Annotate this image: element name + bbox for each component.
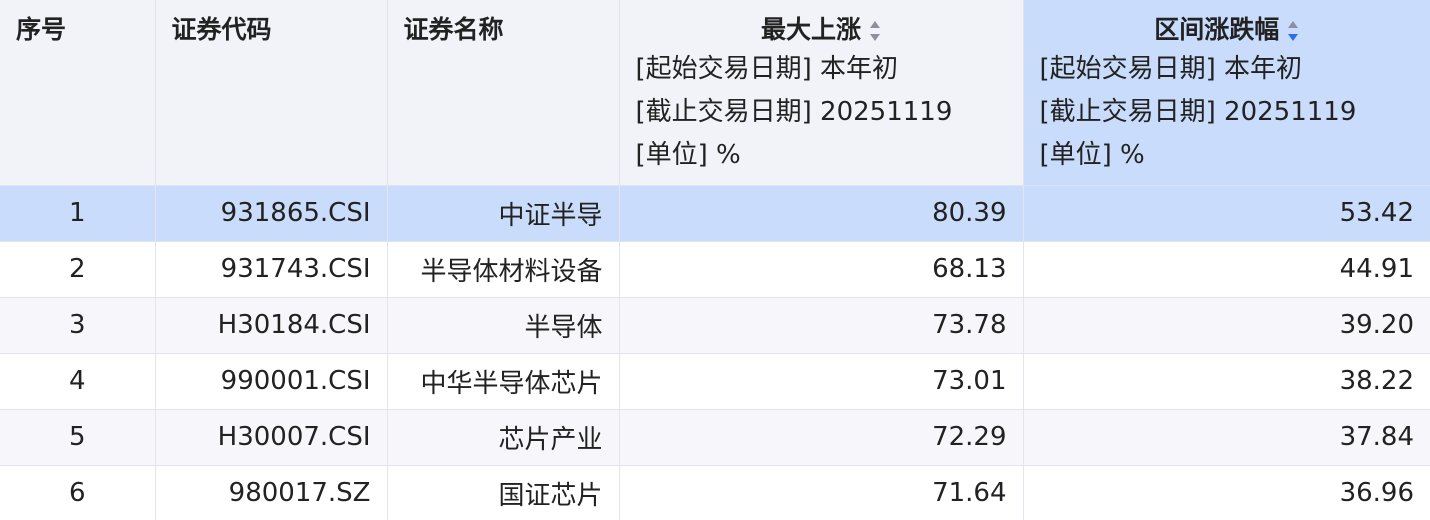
column-title: 证券代码 bbox=[171, 15, 272, 44]
table-row[interactable]: 6 980017.SZ 国证芯片 71.64 36.96 bbox=[0, 465, 1430, 520]
table-row[interactable]: 1 931865.CSI 中证半导 80.39 53.42 bbox=[0, 185, 1430, 242]
column-header-params: [起始交易日期] 本年初 [截止交易日期] 20251119 [单位] % bbox=[1040, 48, 1415, 177]
cell-code: 990001.CSI bbox=[155, 353, 388, 410]
column-title: 证券名称 bbox=[403, 15, 504, 44]
column-header-params: [起始交易日期] 本年初 [截止交易日期] 20251119 [单位] % bbox=[636, 48, 1007, 177]
sort-up-arrow bbox=[870, 21, 880, 28]
column-title: 区间涨跌幅 bbox=[1154, 15, 1280, 44]
cell-name: 中华半导体芯片 bbox=[387, 353, 620, 410]
column-title: 最大上涨 bbox=[760, 15, 861, 44]
cell-code: 931743.CSI bbox=[155, 241, 388, 298]
cell-max-rise: 73.78 bbox=[619, 297, 1024, 354]
cell-name: 芯片产业 bbox=[387, 409, 620, 466]
cell-range-change: 37.84 bbox=[1023, 409, 1430, 466]
cell-max-rise: 71.64 bbox=[619, 465, 1024, 520]
cell-index: 2 bbox=[0, 241, 156, 298]
cell-code: 931865.CSI bbox=[155, 185, 388, 242]
param-unit: [单位] % bbox=[635, 140, 741, 170]
table-row[interactable]: 5 H30007.CSI 芯片产业 72.29 37.84 bbox=[0, 409, 1430, 466]
param-end-date: [截止交易日期] 20251119 bbox=[1039, 97, 1357, 127]
sort-up-arrow bbox=[1288, 21, 1299, 28]
table-header: 序号 证券代码 证券名称 最大上涨 [起始交易日期] 本年初 [截止交易日期] … bbox=[0, 0, 1430, 186]
cell-code: 980017.SZ bbox=[155, 465, 388, 520]
sort-down-arrow bbox=[870, 34, 880, 41]
cell-max-rise: 80.39 bbox=[619, 185, 1024, 242]
cell-name: 中证半导 bbox=[387, 185, 620, 242]
cell-index: 5 bbox=[0, 409, 156, 466]
column-header-index[interactable]: 序号 bbox=[0, 0, 156, 186]
param-unit: [单位] % bbox=[1039, 140, 1145, 170]
param-end-date: [截止交易日期] 20251119 bbox=[635, 97, 953, 127]
cell-range-change: 38.22 bbox=[1023, 353, 1430, 410]
cell-max-rise: 72.29 bbox=[619, 409, 1024, 466]
cell-code: H30184.CSI bbox=[155, 297, 388, 354]
cell-max-rise: 73.01 bbox=[619, 353, 1024, 410]
param-start-date: [起始交易日期] 本年初 bbox=[635, 54, 899, 84]
cell-index: 4 bbox=[0, 353, 156, 410]
cell-range-change: 53.42 bbox=[1023, 185, 1430, 242]
cell-range-change: 36.96 bbox=[1023, 465, 1430, 520]
header-row: 序号 证券代码 证券名称 最大上涨 [起始交易日期] 本年初 [截止交易日期] … bbox=[0, 0, 1430, 186]
cell-range-change: 39.20 bbox=[1023, 297, 1430, 354]
cell-name: 国证芯片 bbox=[387, 465, 620, 520]
column-header-code[interactable]: 证券代码 bbox=[155, 0, 388, 186]
table-row[interactable]: 4 990001.CSI 中华半导体芯片 73.01 38.22 bbox=[0, 353, 1430, 410]
table-row[interactable]: 3 H30184.CSI 半导体 73.78 39.20 bbox=[0, 297, 1430, 354]
column-header-name[interactable]: 证券名称 bbox=[387, 0, 620, 186]
table-body: 1 931865.CSI 中证半导 80.39 53.42 2 931743.C… bbox=[0, 185, 1430, 520]
sort-icon[interactable] bbox=[869, 20, 881, 42]
cell-name: 半导体 bbox=[387, 297, 620, 354]
cell-name: 半导体材料设备 bbox=[387, 241, 620, 298]
cell-max-rise: 68.13 bbox=[619, 241, 1024, 298]
column-header-max-rise[interactable]: 最大上涨 [起始交易日期] 本年初 [截止交易日期] 20251119 [单位]… bbox=[619, 0, 1024, 186]
cell-index: 6 bbox=[0, 465, 156, 520]
table-row[interactable]: 2 931743.CSI 半导体材料设备 68.13 44.91 bbox=[0, 241, 1430, 298]
cell-code: H30007.CSI bbox=[155, 409, 388, 466]
column-title: 序号 bbox=[16, 15, 67, 44]
column-header-range-change[interactable]: 区间涨跌幅 [起始交易日期] 本年初 [截止交易日期] 20251119 [单位… bbox=[1023, 0, 1430, 186]
cell-range-change: 44.91 bbox=[1023, 241, 1430, 298]
cell-index: 1 bbox=[0, 185, 156, 242]
cell-index: 3 bbox=[0, 297, 156, 354]
data-table: 序号 证券代码 证券名称 最大上涨 [起始交易日期] 本年初 [截止交易日期] … bbox=[0, 0, 1430, 520]
param-start-date: [起始交易日期] 本年初 bbox=[1039, 54, 1303, 84]
sort-down-arrow bbox=[1288, 34, 1299, 41]
sort-icon[interactable] bbox=[1287, 20, 1299, 42]
